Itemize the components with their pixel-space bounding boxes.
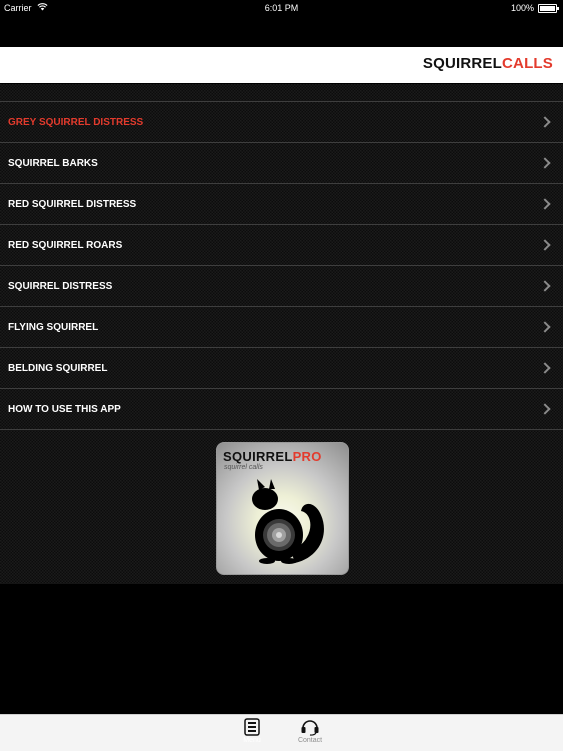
menu-item-label: RED SQUIRREL DISTRESS bbox=[8, 199, 137, 210]
tab-menu[interactable]: Menu bbox=[232, 718, 272, 744]
promo-brand-part1: SQUIRREL bbox=[223, 449, 293, 464]
tab-contact-label: Contact bbox=[297, 737, 323, 744]
chevron-right-icon bbox=[539, 116, 551, 128]
chevron-right-icon bbox=[539, 321, 551, 333]
tab-contact[interactable]: Contact bbox=[290, 718, 330, 744]
chevron-right-icon bbox=[539, 403, 551, 415]
tab-menu-label: Menu bbox=[243, 737, 261, 744]
chevron-right-icon bbox=[539, 157, 551, 169]
status-time: 6:01 PM bbox=[264, 3, 299, 13]
chevron-right-icon bbox=[539, 198, 551, 210]
battery-percent: 100% bbox=[510, 3, 534, 13]
app-header: SQUIRRELCALLS bbox=[0, 47, 563, 83]
tab-bar: Menu Contact bbox=[0, 714, 563, 751]
battery-icon bbox=[538, 4, 559, 13]
menu-item-flying-squirrel[interactable]: FLYING SQUIRREL bbox=[0, 307, 563, 348]
promo-brand: SQUIRRELPRO bbox=[223, 449, 322, 464]
promo-tagline: squirrel calls bbox=[224, 464, 263, 471]
menu-item-label: BELDING SQUIRREL bbox=[8, 363, 108, 374]
menu-item-squirrel-barks[interactable]: SQUIRREL BARKS bbox=[0, 143, 563, 184]
menu-item-label: SQUIRREL DISTRESS bbox=[8, 281, 113, 292]
menu-item-how-to-use[interactable]: HOW TO USE THIS APP bbox=[0, 389, 563, 430]
app-title: SQUIRRELCALLS bbox=[423, 55, 553, 72]
app-title-part2: CALLS bbox=[502, 55, 553, 72]
menu-item-label: FLYING SQUIRREL bbox=[8, 322, 99, 333]
menu-item-red-squirrel-roars[interactable]: RED SQUIRREL ROARS bbox=[0, 225, 563, 266]
app-title-part1: SQUIRREL bbox=[422, 55, 502, 72]
menu-item-squirrel-distress[interactable]: SQUIRREL DISTRESS bbox=[0, 266, 563, 307]
menu-item-red-squirrel-distress[interactable]: RED SQUIRREL DISTRESS bbox=[0, 184, 563, 225]
menu-item-grey-squirrel-distress[interactable]: GREY SQUIRREL DISTRESS bbox=[0, 102, 563, 143]
menu-item-label: GREY SQUIRREL DISTRESS bbox=[8, 117, 144, 128]
menu-list: GREY SQUIRREL DISTRESS SQUIRREL BARKS RE… bbox=[0, 101, 563, 430]
menu-item-label: SQUIRREL BARKS bbox=[8, 158, 98, 169]
menu-item-label: HOW TO USE THIS APP bbox=[8, 404, 121, 415]
chevron-right-icon bbox=[539, 280, 551, 292]
chevron-right-icon bbox=[539, 362, 551, 374]
menu-item-belding-squirrel[interactable]: BELDING SQUIRREL bbox=[0, 348, 563, 389]
squirrel-pro-promo-banner[interactable]: SQUIRRELPRO squirrel calls bbox=[216, 442, 349, 575]
squirrel-speaker-icon bbox=[252, 479, 324, 564]
menu-item-label: RED SQUIRREL ROARS bbox=[8, 240, 123, 251]
promo-brand-part2: PRO bbox=[292, 449, 322, 464]
headset-icon bbox=[301, 720, 319, 736]
chevron-right-icon bbox=[539, 239, 551, 251]
status-bar: Carrier 6:01 PM 100% bbox=[0, 0, 563, 16]
menu-icon bbox=[244, 718, 260, 736]
